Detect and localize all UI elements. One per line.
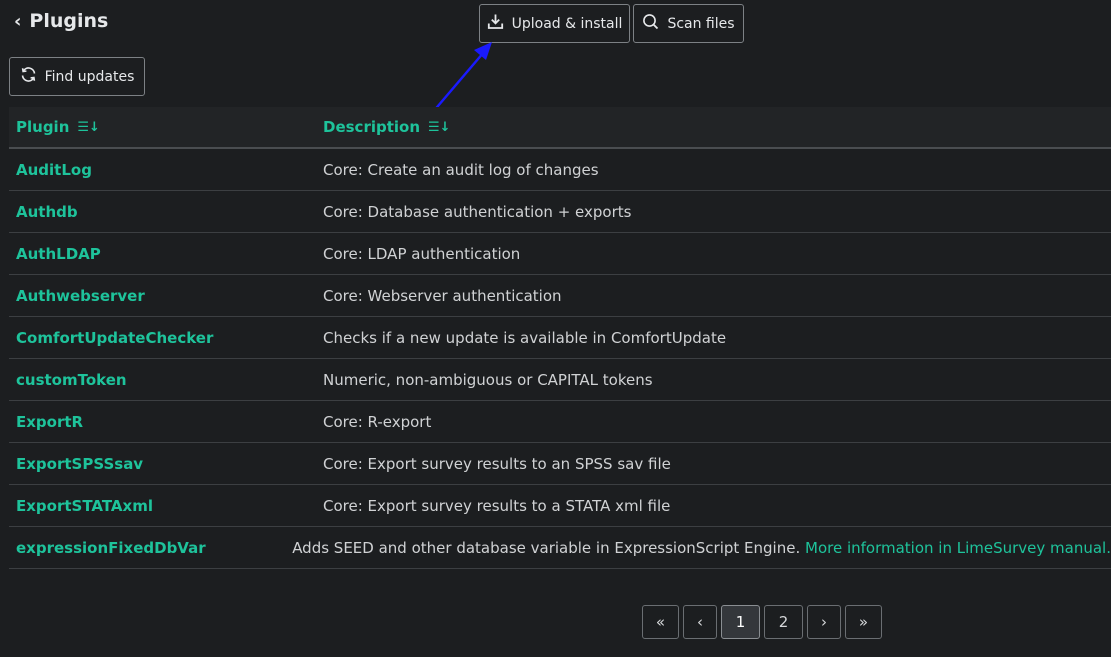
plugin-description: Core: Export survey results to an SPSS s…	[323, 454, 671, 473]
plugin-name-link[interactable]: Authwebserver	[16, 287, 145, 305]
plugin-description: Checks if a new update is available in C…	[323, 328, 727, 347]
find-updates-label: Find updates	[44, 68, 135, 85]
plugin-name-link[interactable]: ComfortUpdateChecker	[16, 329, 213, 347]
page-1-button[interactable]: 1	[721, 605, 760, 639]
upload-install-button[interactable]: Upload & install	[479, 4, 630, 43]
plugin-description: Core: Webserver authentication	[323, 286, 562, 305]
table-row: Authwebserver Core: Webserver authentica…	[9, 275, 1111, 317]
table-row: ExportSPSSsav Core: Export survey result…	[9, 443, 1111, 485]
plugin-name-link[interactable]: customToken	[16, 371, 127, 389]
sort-icon[interactable]: ☰↓	[77, 120, 100, 135]
table-row: expressionFixedDbVar Adds SEED and other…	[9, 527, 1111, 569]
next-page-button[interactable]: ›	[807, 605, 841, 639]
plugin-description: Core: R-export	[323, 412, 432, 431]
table-row: ExportSTATAxml Core: Export survey resul…	[9, 485, 1111, 527]
plugins-table: Plugin ☰↓ Description ☰↓ AuditLog Core: …	[9, 107, 1111, 569]
refresh-icon	[20, 66, 37, 87]
column-label: Description	[323, 118, 421, 136]
plugin-name-link[interactable]: expressionFixedDbVar	[16, 539, 206, 557]
pagination: « ‹ 1 2 › »	[642, 605, 882, 639]
plugin-description: Core: Database authentication + exports	[323, 202, 632, 221]
plugin-name-link[interactable]: ExportR	[16, 413, 83, 431]
plugin-description: Adds SEED and other database variable in…	[292, 538, 805, 557]
plugin-name-link[interactable]: Authdb	[16, 203, 78, 221]
column-label: Plugin	[16, 118, 70, 136]
table-row: ExportR Core: R-export	[9, 401, 1111, 443]
column-header-plugin[interactable]: Plugin ☰↓	[9, 118, 316, 136]
plugin-name-link[interactable]: AuthLDAP	[16, 245, 101, 263]
first-page-button[interactable]: «	[642, 605, 679, 639]
previous-page-button[interactable]: ‹	[683, 605, 717, 639]
plugin-name-link[interactable]: ExportSTATAxml	[16, 497, 153, 515]
plugin-description: Core: LDAP authentication	[323, 244, 521, 263]
column-header-description[interactable]: Description ☰↓	[316, 118, 1111, 136]
last-page-button[interactable]: »	[845, 605, 882, 639]
find-updates-button[interactable]: Find updates	[9, 57, 145, 96]
back-to-plugins-link[interactable]: ‹ Plugins	[14, 10, 108, 32]
plugins-page: ‹ Plugins Upload & install Scan files Fi…	[0, 0, 1111, 657]
table-row: customToken Numeric, non-ambiguous or CA…	[9, 359, 1111, 401]
sort-icon[interactable]: ☰↓	[428, 120, 451, 135]
table-row: Authdb Core: Database authentication + e…	[9, 191, 1111, 233]
plugin-description: Numeric, non-ambiguous or CAPITAL tokens	[323, 370, 653, 389]
table-row: AuthLDAP Core: LDAP authentication	[9, 233, 1111, 275]
search-icon	[642, 13, 659, 34]
table-row: AuditLog Core: Create an audit log of ch…	[9, 149, 1111, 191]
more-information-link[interactable]: More information in LimeSurvey manual.	[805, 539, 1111, 557]
plugin-description: Core: Export survey results to a STATA x…	[323, 496, 671, 515]
scan-files-button[interactable]: Scan files	[633, 4, 744, 43]
page-title: Plugins	[29, 10, 109, 32]
table-row: ComfortUpdateChecker Checks if a new upd…	[9, 317, 1111, 359]
plugin-name-link[interactable]: AuditLog	[16, 161, 92, 179]
table-header: Plugin ☰↓ Description ☰↓	[9, 107, 1111, 149]
chevron-left-icon: ‹	[14, 10, 22, 32]
download-tray-icon	[487, 13, 504, 34]
plugin-name-link[interactable]: ExportSPSSsav	[16, 455, 143, 473]
page-2-button[interactable]: 2	[764, 605, 803, 639]
upload-install-label: Upload & install	[511, 15, 623, 32]
plugin-description: Core: Create an audit log of changes	[323, 160, 599, 179]
scan-files-label: Scan files	[667, 15, 735, 32]
